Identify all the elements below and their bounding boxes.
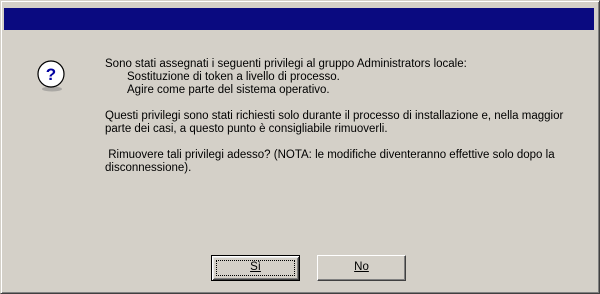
message-intro: Sono stati assegnati i seguenti privileg… xyxy=(105,58,467,70)
message-question: Rimuovere tali privilegi adesso? (NOTA: … xyxy=(105,149,558,174)
no-button-label: No xyxy=(354,261,369,273)
question-icon: ? xyxy=(37,60,65,92)
dialog-window: ? Sono stati assegnati i seguenti privil… xyxy=(0,0,600,294)
dialog-message: Sono stati assegnati i seguenti privileg… xyxy=(105,58,590,175)
no-button[interactable]: No xyxy=(317,255,406,281)
privilege-item: Agire come parte del sistema operativo. xyxy=(127,84,330,96)
yes-button[interactable]: Sì xyxy=(211,255,300,281)
privilege-item: Sostituzione di token a livello di proce… xyxy=(127,71,340,83)
title-bar[interactable] xyxy=(4,8,594,30)
message-explanation: Questi privilegi sono stati richiesti so… xyxy=(105,110,564,135)
yes-button-label: Sì xyxy=(250,261,261,273)
svg-text:?: ? xyxy=(46,65,56,84)
